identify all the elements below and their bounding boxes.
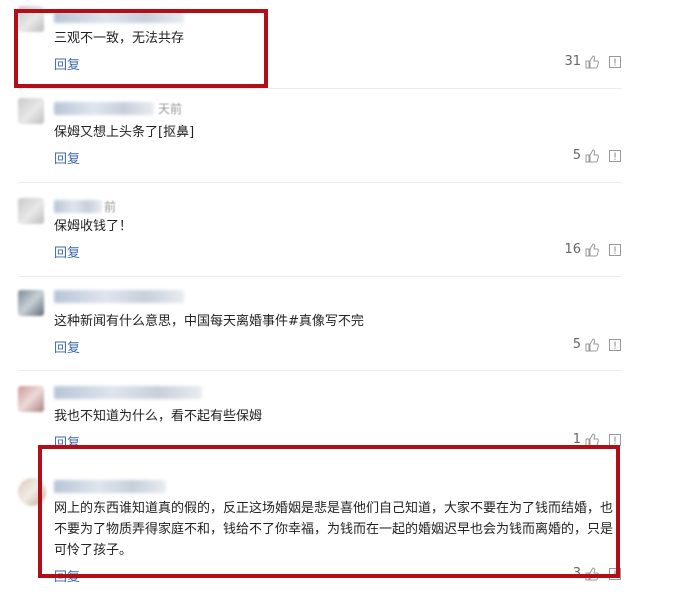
report-icon[interactable] <box>609 150 621 162</box>
like-count: 31 <box>564 54 581 69</box>
username[interactable] <box>54 386 202 399</box>
divider <box>18 182 622 183</box>
like-count: 5 <box>572 337 581 352</box>
reply-link[interactable]: 回复 <box>54 242 80 261</box>
avatar[interactable] <box>18 98 44 124</box>
thumbs-up-icon[interactable] <box>585 55 599 69</box>
report-icon[interactable] <box>609 339 621 351</box>
comment-item: 前 保姆收钱了！ 回复 16 <box>0 184 640 276</box>
comment-time: 天前 <box>158 102 183 116</box>
highlight-box <box>14 9 268 88</box>
divider <box>18 276 622 277</box>
comment-text: 这种新闻有什么意思，中国每天离婚事件#真像写不完 <box>54 314 364 329</box>
comment-text: 保姆收钱了！ <box>54 219 133 234</box>
avatar[interactable] <box>18 290 44 316</box>
divider <box>18 370 622 371</box>
reply-link[interactable]: 回复 <box>54 148 80 167</box>
like-count: 5 <box>572 148 581 163</box>
username[interactable] <box>54 102 154 115</box>
avatar[interactable] <box>18 386 44 412</box>
comment-item: 这种新闻有什么意思，中国每天离婚事件#真像写不完 回复 5 <box>0 278 640 370</box>
comment-item: 天前 保姆又想上头条了[抠鼻] 回复 5 <box>0 90 640 182</box>
highlight-box <box>38 445 620 578</box>
report-icon[interactable] <box>609 244 621 256</box>
divider <box>18 88 622 89</box>
like-count: 16 <box>564 242 581 257</box>
username[interactable] <box>54 200 102 213</box>
comment-time: 前 <box>104 200 117 214</box>
comment-item: 我也不知道为什么，看不起有些保姆 回复 1 <box>0 372 640 452</box>
avatar[interactable] <box>18 198 44 224</box>
comment-text: 我也不知道为什么，看不起有些保姆 <box>54 409 263 424</box>
report-icon[interactable] <box>609 56 621 68</box>
username[interactable] <box>54 290 184 303</box>
thumbs-up-icon[interactable] <box>585 338 599 352</box>
thumbs-up-icon[interactable] <box>585 243 599 257</box>
comment-text: 保姆又想上头条了[抠鼻] <box>54 125 195 140</box>
reply-link[interactable]: 回复 <box>54 337 80 356</box>
thumbs-up-icon[interactable] <box>585 149 599 163</box>
